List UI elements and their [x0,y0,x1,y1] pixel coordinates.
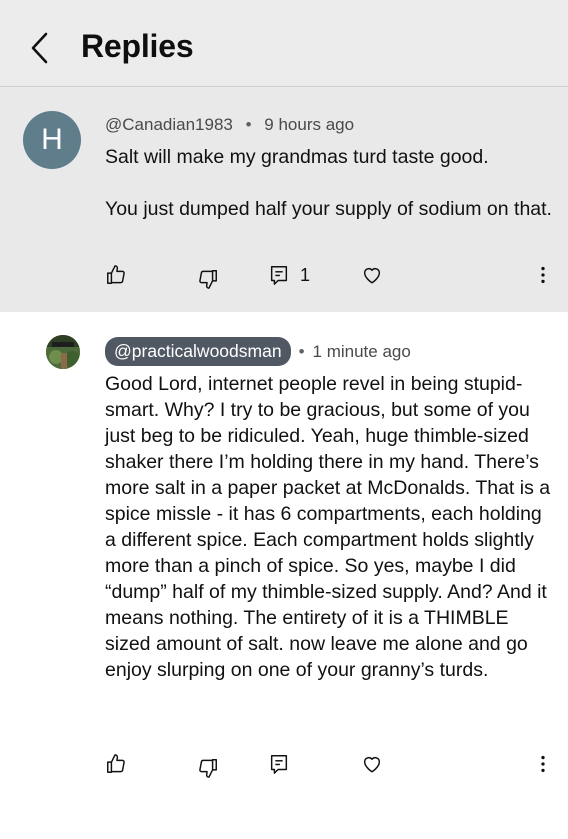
back-button[interactable] [28,30,52,66]
comment-paragraph: You just dumped half your supply of sodi… [105,198,552,220]
comment-author[interactable]: @Canadian1983 [105,115,233,134]
thumbs-down-icon [199,759,217,778]
more-vert-icon [541,755,545,773]
parent-comment: H @Canadian1983 • 9 hours ago Salt will … [0,87,568,312]
reply-button[interactable]: 1 [268,264,310,286]
meta-separator: • [245,115,252,134]
like-button[interactable] [105,264,127,291]
comment-icon [270,755,288,774]
meta-separator: • [298,341,305,361]
comment-actions [0,753,568,783]
comment-time: 1 minute ago [312,341,411,361]
more-vert-icon [541,266,545,284]
comment-paragraph: Salt will make my grandmas turd taste go… [105,146,489,168]
page-title: Replies [81,28,194,64]
more-options-button[interactable] [532,753,554,780]
heart-button[interactable] [361,264,383,291]
more-options-button[interactable] [532,264,554,291]
reply-count: 1 [300,264,311,285]
heart-icon [363,756,381,773]
reply-comment: @practicalwoodsman • 1 minute ago Good L… [0,313,568,839]
heart-icon [363,267,381,284]
channel-avatar-image [46,335,80,369]
comment-body: Salt will make my grandmas turd taste go… [105,144,555,222]
comment-meta: @practicalwoodsman • 1 minute ago [105,337,411,366]
creator-handle-badge[interactable]: @practicalwoodsman [105,337,291,366]
header-bar: Replies [0,0,568,87]
dislike-button[interactable] [197,268,219,295]
comment-icon [270,266,288,285]
dislike-button[interactable] [197,757,219,784]
comment-actions: 1 [0,264,568,294]
chevron-left-icon [31,32,48,64]
avatar[interactable] [46,335,80,369]
comment-time: 9 hours ago [264,115,355,134]
thumbs-up-icon [107,754,125,773]
thumbs-down-icon [199,270,217,289]
heart-button[interactable] [361,753,383,780]
comment-body: Good Lord, internet people revel in bein… [105,373,551,681]
comment-meta: @Canadian1983 • 9 hours ago [105,115,354,135]
reply-button[interactable] [268,753,290,775]
like-button[interactable] [105,753,127,780]
thumbs-up-icon [107,265,125,284]
avatar[interactable]: H [23,111,81,169]
